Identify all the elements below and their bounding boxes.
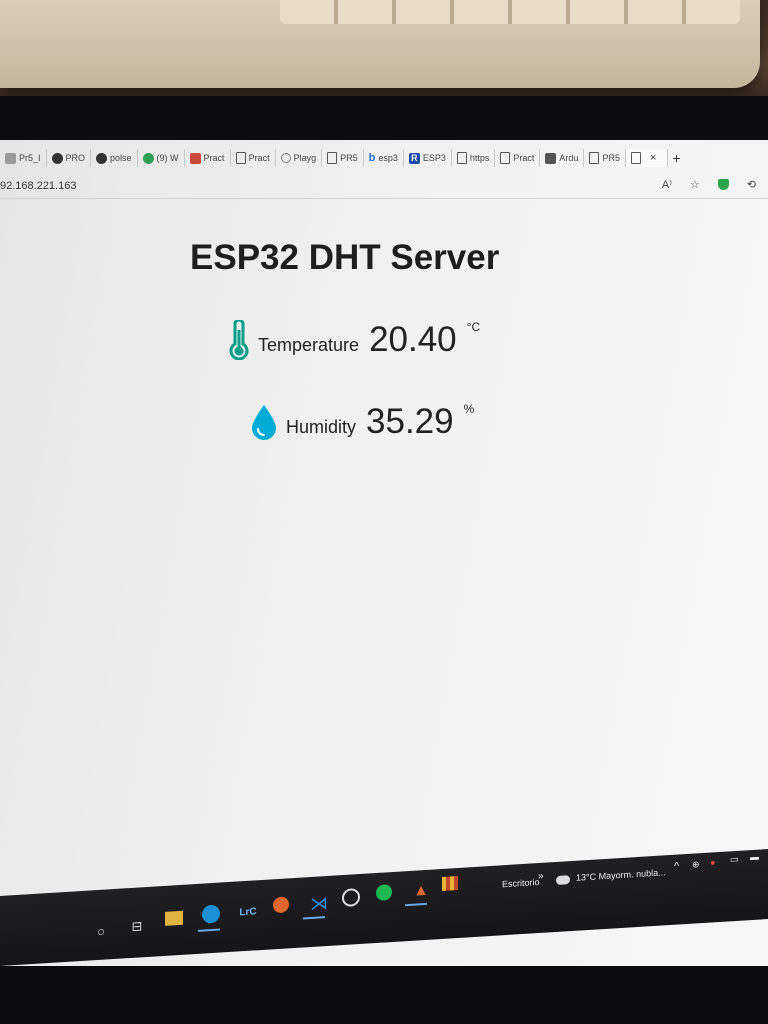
tab-14[interactable]: PR5 <box>584 149 626 167</box>
address-bar-actions: A⁾ ☆ ⟲ <box>662 178 756 191</box>
task-view-icon[interactable]: ⊟ <box>126 915 148 938</box>
tab-label: Pract <box>203 153 225 163</box>
tab-3[interactable]: polse <box>91 149 138 167</box>
tray-alert-icon[interactable]: ● <box>710 857 715 867</box>
active-app-indicator <box>198 928 220 932</box>
temperature-value: 20.40 <box>369 320 457 359</box>
github-icon <box>96 152 108 164</box>
humidity-value: 35.29 <box>366 402 454 441</box>
temperature-label: Temperature <box>258 335 360 355</box>
tab-label: Pract <box>513 153 535 163</box>
new-tab-button[interactable]: + <box>668 150 684 166</box>
start-icon[interactable]: ○ <box>90 919 112 942</box>
bing-icon: b <box>368 152 376 164</box>
github-icon <box>51 152 63 164</box>
humidity-unit: % <box>463 402 475 416</box>
document-icon <box>500 152 511 164</box>
tab-label: Pract <box>248 153 270 163</box>
active-app-indicator <box>405 902 427 907</box>
tab-active[interactable]: × <box>625 149 669 167</box>
lightroom-icon[interactable]: LrC <box>237 900 259 923</box>
spotify-icon[interactable] <box>376 884 392 902</box>
close-tab-icon[interactable]: × <box>644 152 662 164</box>
document-icon <box>456 152 467 164</box>
arduino-icon <box>545 152 557 164</box>
tab-label: Playg <box>293 153 317 163</box>
document-icon <box>327 152 338 164</box>
file-explorer-icon[interactable] <box>165 910 183 926</box>
cloud-icon <box>556 875 570 885</box>
tab-11[interactable]: https <box>452 149 496 167</box>
tab-1[interactable]: Pr5_I <box>0 149 47 167</box>
water-drop-icon <box>252 405 276 440</box>
tab-label: PRO <box>65 153 86 163</box>
whatsapp-icon <box>142 152 154 164</box>
tray-app-icon[interactable]: ⊕ <box>692 859 700 870</box>
document-icon <box>235 152 246 164</box>
tray-display-icon[interactable]: ▭ <box>730 854 739 866</box>
tab-strip: Pr5_I PRO polse (9) W Pract Pract Playg … <box>0 146 768 170</box>
r-icon: R <box>408 152 420 164</box>
tab-label: ESP3 <box>422 153 446 163</box>
tab-label: PR5 <box>340 153 358 163</box>
active-app-indicator <box>303 916 325 920</box>
extension-icon[interactable]: ⟲ <box>747 178 756 191</box>
shield-icon[interactable] <box>717 179 729 190</box>
tab-6[interactable]: Pract <box>231 149 276 167</box>
document-icon <box>630 152 641 164</box>
edge-icon[interactable] <box>202 904 220 924</box>
keyboard-keys <box>280 0 740 24</box>
tab-7[interactable]: Playg <box>276 149 323 167</box>
weather-text[interactable]: 13°C Mayorm. nubla... <box>576 867 666 882</box>
keyboard <box>0 0 760 88</box>
desktop-label[interactable]: Escritorio <box>502 877 540 889</box>
tab-4[interactable]: (9) W <box>138 149 185 167</box>
tab-label: https <box>469 153 490 163</box>
address-bar[interactable]: 92.168.221.163 A⁾ ☆ ⟲ <box>0 174 768 199</box>
tab-8[interactable]: PR5 <box>322 149 364 167</box>
tab-label: (9) W <box>156 153 179 163</box>
temperature-reading: Temperature 20.40 °C <box>228 320 480 360</box>
tab-2[interactable]: PRO <box>47 149 92 167</box>
humidity-label: Humidity <box>286 417 357 437</box>
tab-label: esp3 <box>378 153 398 163</box>
app-grid-icon[interactable] <box>442 875 458 891</box>
tray-battery-icon[interactable]: ▬ <box>750 852 759 863</box>
tab-label: PR5 <box>602 153 620 163</box>
laptop-screen: Pr5_I PRO polse (9) W Pract Pract Playg … <box>0 140 768 966</box>
url-text[interactable]: 92.168.221.163 <box>0 180 76 192</box>
openai-icon <box>280 153 291 163</box>
tab-10[interactable]: R ESP3 <box>404 149 452 167</box>
tab-9[interactable]: b esp3 <box>364 149 404 167</box>
read-aloud-icon[interactable]: A⁾ <box>662 178 672 191</box>
temperature-unit: °C <box>466 320 481 334</box>
desktop-chevron[interactable]: » <box>538 871 544 882</box>
tray-chevron-up-icon[interactable]: ^ <box>674 860 679 872</box>
globe-icon <box>5 152 16 164</box>
tab-13[interactable]: Ardu <box>540 149 585 167</box>
obs-icon[interactable] <box>342 887 360 908</box>
tab-12[interactable]: Pract <box>495 149 541 167</box>
page-title: ESP32 DHT Server <box>190 238 500 277</box>
document-icon <box>589 152 600 164</box>
matlab-icon[interactable]: ▲ <box>410 880 432 903</box>
vscode-icon[interactable]: ⋊ <box>308 892 330 915</box>
thermometer-icon <box>229 320 249 360</box>
pdf-icon <box>189 152 201 164</box>
firefox-dev-icon[interactable] <box>273 896 289 914</box>
humidity-reading: Humidity 35.29 % <box>250 402 474 442</box>
tab-label: Pr5_I <box>19 153 41 163</box>
tab-5[interactable]: Pract <box>185 149 231 167</box>
tab-label: Ardu <box>559 153 579 163</box>
tab-label: polse <box>110 153 132 163</box>
favorites-icon[interactable]: ☆ <box>690 178 700 191</box>
